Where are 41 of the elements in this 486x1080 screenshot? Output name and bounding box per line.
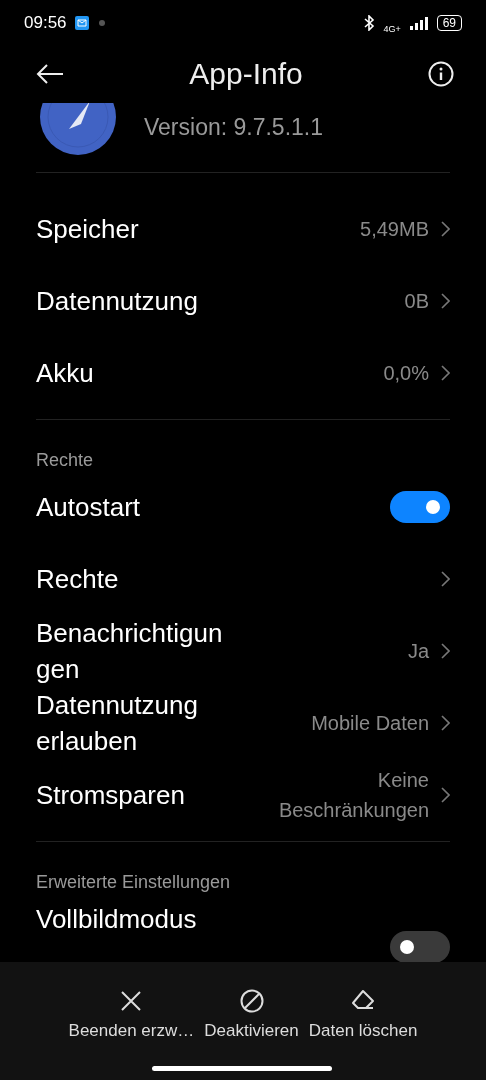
network-type: 4G+ xyxy=(383,23,401,34)
setting-label: Rechte xyxy=(36,563,119,596)
info-icon[interactable] xyxy=(428,61,454,87)
setting-value: 5,49MB xyxy=(360,217,429,242)
setting-value: 0B xyxy=(404,289,429,314)
chevron-icon[interactable] xyxy=(441,787,450,803)
signal-icon xyxy=(408,15,429,30)
setting-value: Ja xyxy=(407,639,429,664)
section-header: Rechte xyxy=(36,449,95,471)
setting-label: Stromsparen xyxy=(36,779,185,812)
clock: 09:56 xyxy=(24,12,67,33)
battery-indicator: 69 xyxy=(436,14,462,31)
version-text: Version: 9.7.5.1.1 xyxy=(144,113,323,141)
block-icon xyxy=(239,989,264,1013)
setting-value: Mobile Daten xyxy=(311,711,429,736)
chevron-icon[interactable] xyxy=(441,643,450,659)
bluetooth-icon xyxy=(363,14,376,31)
action-button[interactable]: Daten löschen xyxy=(306,985,420,1045)
close-icon xyxy=(119,989,144,1013)
action-button[interactable]: Deaktivieren xyxy=(202,985,301,1045)
chevron-icon[interactable] xyxy=(441,571,450,587)
setting-label: Datennutzung erlauben xyxy=(36,689,199,758)
action-button[interactable]: Beenden erzw… xyxy=(66,985,197,1045)
toggle-switch[interactable] xyxy=(390,491,450,523)
setting-value: Keine Beschränkungen xyxy=(277,768,429,823)
setting-label: Autostart xyxy=(36,491,141,524)
setting-label: Vollbildmodus xyxy=(36,903,197,936)
chevron-icon[interactable] xyxy=(441,293,450,309)
toggle-switch[interactable] xyxy=(390,931,450,963)
mail-icon xyxy=(74,15,89,30)
chevron-icon[interactable] xyxy=(441,365,450,381)
screen-title: App-Info xyxy=(188,57,304,91)
back-icon[interactable] xyxy=(36,64,64,84)
setting-label: Speicher xyxy=(36,213,139,246)
setting-value: 0,0% xyxy=(383,361,429,386)
setting-label: Datennutzung xyxy=(36,285,198,318)
chevron-icon[interactable] xyxy=(441,715,450,731)
setting-label: Akku xyxy=(36,357,94,390)
setting-label: Benachrichtigungen xyxy=(36,617,224,686)
section-header: Erweiterte Einstellungen xyxy=(36,871,232,893)
chevron-icon[interactable] xyxy=(441,221,450,237)
